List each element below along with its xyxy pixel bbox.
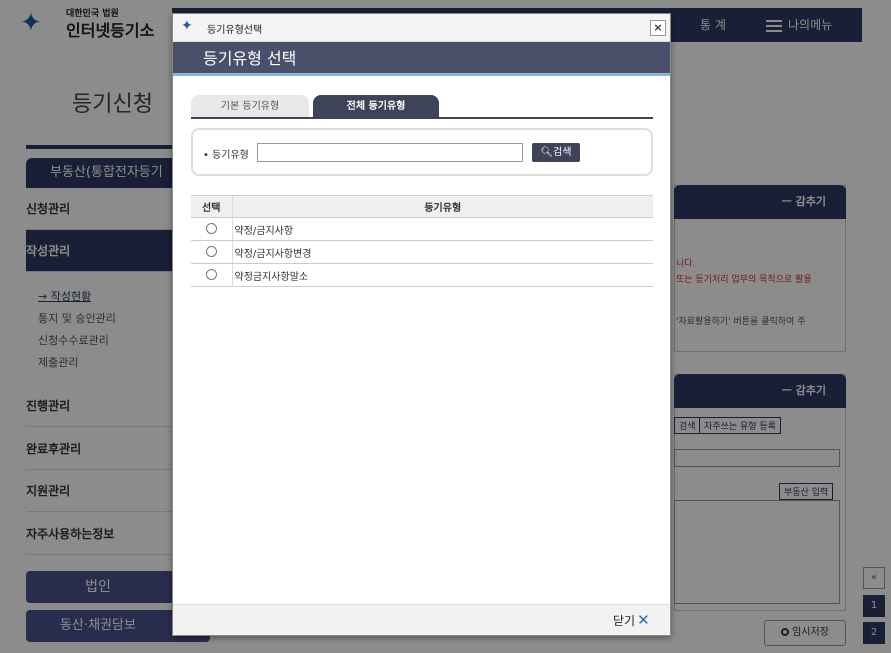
column-header: 등기유형 bbox=[231, 195, 653, 218]
table-row[interactable]: 약정/금지사항변경 bbox=[191, 240, 653, 264]
modal-window-title: 등기유형선택 bbox=[207, 25, 263, 36]
close-button[interactable]: 닫기 ✕ bbox=[613, 611, 650, 629]
modal-header: 등기유형 선택 bbox=[173, 42, 670, 76]
court-logo-icon: ✦ bbox=[181, 18, 193, 34]
table-header-row: 선택 등기유형 bbox=[191, 195, 653, 218]
modal-titlebar: ✦ 등기유형선택 × bbox=[173, 14, 670, 42]
tab-all-types[interactable]: 전체 등기유형 bbox=[313, 95, 439, 117]
type-cell[interactable]: 약정금지사항말소 bbox=[231, 263, 653, 287]
type-cell[interactable]: 약정/금지사항 bbox=[231, 217, 653, 241]
radio-button[interactable] bbox=[205, 223, 217, 235]
tab-basic-types[interactable]: 기본 등기유형 bbox=[191, 95, 309, 117]
column-header: 선택 bbox=[191, 195, 232, 218]
table-row[interactable]: 약정/금지사항 bbox=[191, 217, 653, 241]
type-cell[interactable]: 약정/금지사항변경 bbox=[231, 240, 653, 264]
search-button-label: 검색 bbox=[553, 147, 572, 158]
search-input[interactable] bbox=[257, 143, 523, 162]
select-cell[interactable] bbox=[191, 263, 232, 287]
tab-underline bbox=[191, 117, 653, 119]
search-label: • 등기유형 bbox=[203, 150, 249, 161]
radio-button[interactable] bbox=[205, 246, 217, 258]
close-icon[interactable]: × bbox=[650, 20, 666, 36]
table-row[interactable]: 약정금지사항말소 bbox=[191, 263, 653, 287]
close-button-label: 닫기 bbox=[613, 614, 636, 628]
type-select-modal: ✦ 등기유형선택 × 등기유형 선택 기본 등기유형 전체 등기유형 • 등기유… bbox=[172, 13, 671, 636]
modal-footer: 닫기 ✕ bbox=[173, 604, 670, 635]
result-table: 선택 등기유형 약정/금지사항 약정/금지사항변경 약정금지사항말소 bbox=[191, 195, 653, 287]
search-icon: 🔍︎ bbox=[540, 147, 554, 158]
search-button[interactable]: 🔍︎검색 bbox=[532, 143, 580, 162]
radio-button[interactable] bbox=[205, 269, 217, 281]
select-cell[interactable] bbox=[191, 217, 232, 241]
close-icon: ✕ bbox=[637, 611, 650, 629]
select-cell[interactable] bbox=[191, 240, 232, 264]
